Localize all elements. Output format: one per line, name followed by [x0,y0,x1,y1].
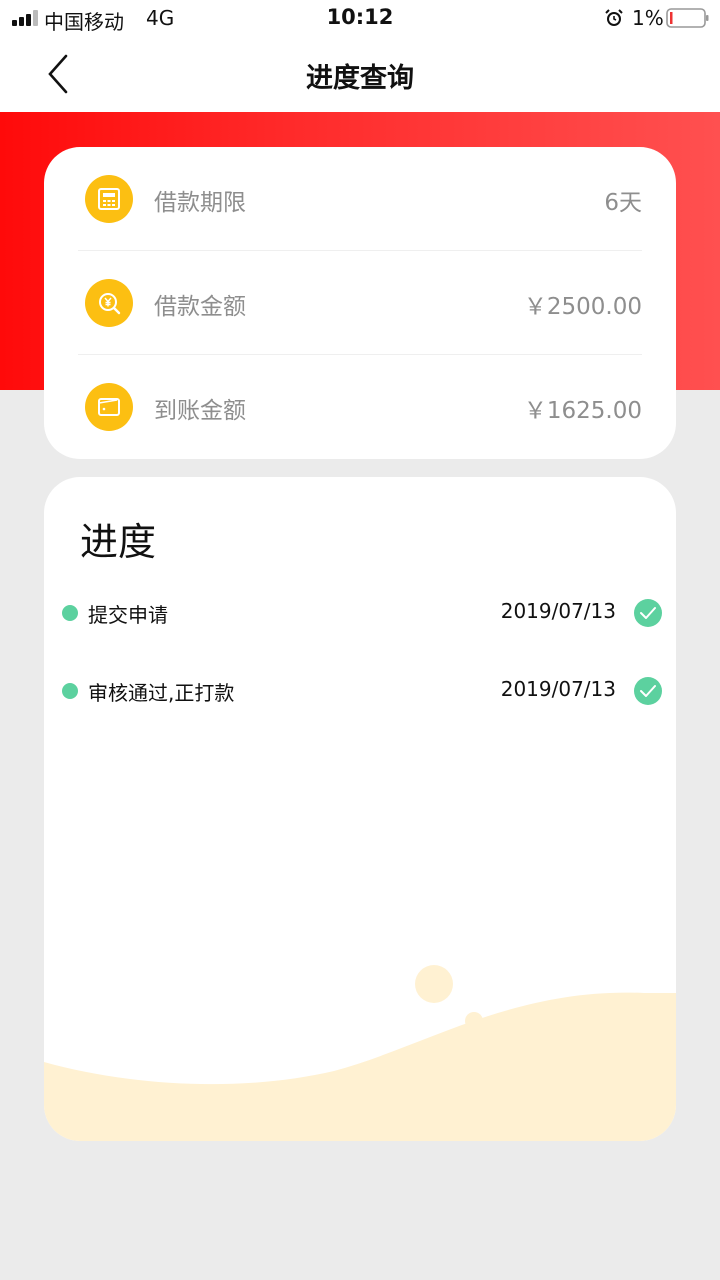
received-amount-value: ￥1625.00 [523,398,642,424]
progress-card: 进度 提交申请 2019/07/13 审核通过,正打款 2019/07/13 [44,477,676,1141]
wallet-icon [85,383,133,431]
nav-bar: 进度查询 [0,36,720,112]
step-date: 2019/07/13 [500,599,616,623]
calculator-icon [85,175,133,223]
progress-step: 提交申请 2019/07/13 [44,593,676,633]
loan-amount-row: 借款金额 ￥2500.00 [78,251,642,355]
progress-step: 审核通过,正打款 2019/07/13 [44,671,676,711]
received-amount-row: 到账金额 ￥1625.00 [78,355,642,459]
loan-amount-label: 借款金额 [154,294,246,320]
page-title: 进度查询 [306,63,414,94]
battery-icon [666,8,709,28]
check-icon [634,599,662,627]
alarm-icon [605,9,623,26]
decorative-wave [44,965,676,1141]
step-dot [62,683,78,699]
received-amount-label: 到账金额 [154,398,246,424]
step-date: 2019/07/13 [500,677,616,701]
battery-percent: 1% [632,6,664,30]
check-icon [634,677,662,705]
loan-summary-card: 借款期限 6天 借款金额 ￥2500.00 到账金额 ￥1625.00 [44,147,676,459]
loan-term-row: 借款期限 6天 [78,147,642,251]
yuan-search-icon [85,279,133,327]
step-label: 审核通过,正打款 [88,681,235,705]
status-bar: 中国移动 4G 10:12 1% [0,0,720,36]
step-dot [62,605,78,621]
loan-term-value: 6天 [604,190,642,216]
loan-amount-value: ￥2500.00 [523,294,642,320]
loan-term-label: 借款期限 [154,190,246,216]
step-label: 提交申请 [88,603,168,627]
progress-title: 进度 [80,520,157,564]
